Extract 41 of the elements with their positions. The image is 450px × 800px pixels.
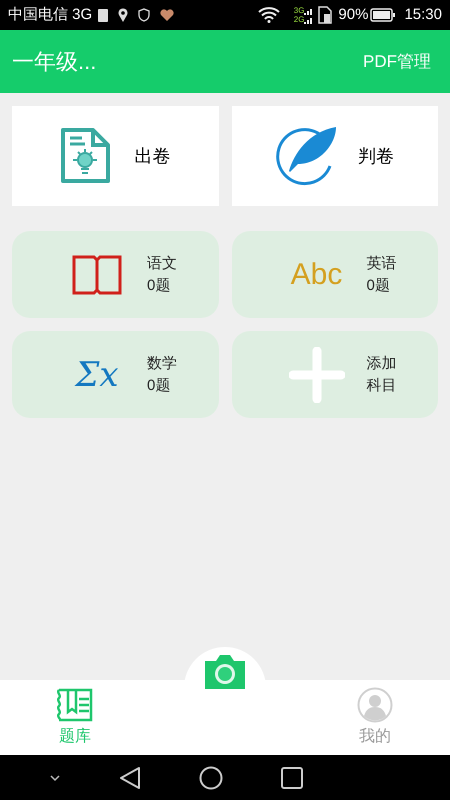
book-icon (72, 254, 122, 294)
location-pin-icon (118, 8, 128, 22)
subject-card[interactable]: Σx 数学 0题 (12, 331, 218, 418)
subject-name: 数学 (147, 354, 177, 374)
action-card[interactable]: 出卷 (12, 106, 218, 206)
recents-icon[interactable] (281, 766, 303, 788)
subject-name: 添加 (366, 354, 396, 374)
wifi-icon (258, 7, 280, 23)
home-icon[interactable] (199, 766, 223, 790)
app-title: 一年级... (12, 48, 96, 76)
network-type-text: 3G (294, 6, 304, 15)
subject-count: 0题 (147, 376, 172, 396)
subject-name: 英语 (366, 254, 396, 274)
subject-card[interactable]: 添加 科目 (232, 331, 438, 418)
subject-count: 0题 (366, 276, 391, 296)
plus-icon (288, 346, 344, 402)
carrier-text: 中国电信 3G (8, 4, 92, 25)
network-type-text: 2G (294, 15, 304, 24)
shield-icon (138, 8, 150, 22)
battery-percent-text: 90% (338, 4, 368, 25)
action-card[interactable]: 判卷 (232, 106, 438, 206)
abc-icon: Abc (290, 260, 342, 290)
chevron-down-icon[interactable] (49, 774, 61, 782)
document-bulb-icon (60, 127, 112, 185)
clock-text: 15:30 (404, 4, 442, 25)
subject-card[interactable]: 语文 0题 (12, 231, 218, 318)
signal-icon (304, 6, 314, 24)
notebook-icon (55, 687, 95, 723)
back-icon[interactable] (119, 766, 141, 790)
subject-count: 0题 (147, 276, 172, 296)
heart-icon (160, 9, 174, 21)
subject-card[interactable]: Abc 英语 0题 (232, 231, 438, 318)
subject-name: 语文 (147, 254, 177, 274)
quill-icon (276, 126, 336, 186)
subject-count: 科目 (366, 376, 396, 396)
sigma-icon: Σx (75, 358, 119, 392)
user-avatar-icon (357, 687, 393, 723)
battery-icon (370, 8, 396, 22)
battery-saver-icon (98, 8, 108, 22)
sim-card-icon (318, 6, 332, 24)
camera-icon (202, 653, 248, 691)
